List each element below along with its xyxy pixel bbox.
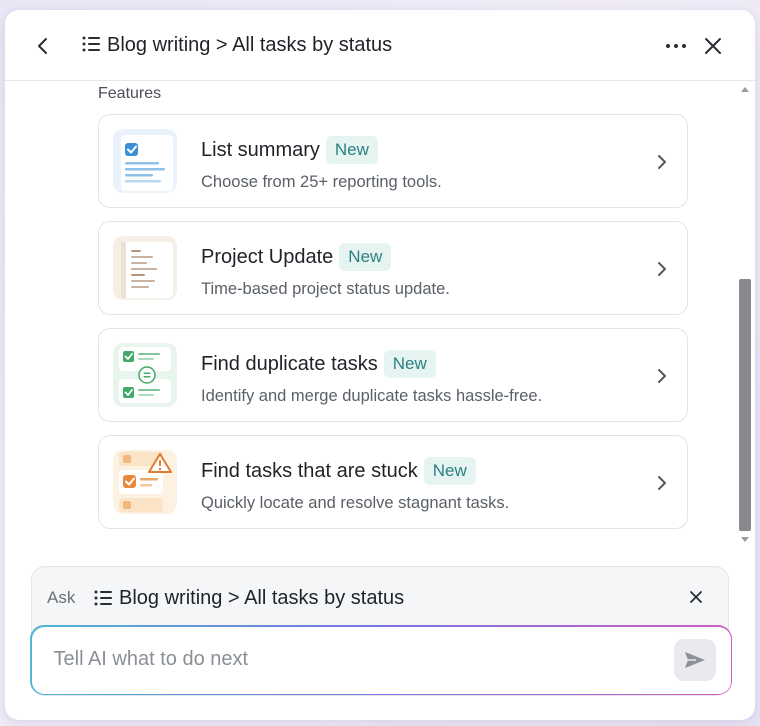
card-description: Quickly locate and resolve stagnant task… bbox=[201, 494, 510, 512]
card-title: Find tasks that are stuck New bbox=[201, 457, 476, 485]
card-description: Choose from 25+ reporting tools. bbox=[201, 173, 442, 191]
more-horizontal-icon bbox=[666, 44, 686, 48]
header-title: Blog writing > All tasks by status bbox=[107, 34, 393, 56]
close-icon bbox=[690, 591, 702, 603]
card-title: List summary New bbox=[201, 136, 378, 164]
card-title-text: List summary bbox=[201, 139, 320, 161]
chevron-right-icon bbox=[658, 262, 666, 276]
features-list: Features List summary New Choose from 25+… bbox=[5, 81, 755, 551]
prompt-input[interactable] bbox=[53, 644, 654, 675]
card-description: Time-based project status update. bbox=[201, 280, 450, 298]
prompt-input-container bbox=[30, 625, 732, 695]
new-badge: New bbox=[423, 457, 476, 485]
more-options-button[interactable] bbox=[661, 32, 691, 60]
feature-card-find-duplicate-tasks[interactable]: Find duplicate tasks New Identify and mer… bbox=[98, 328, 688, 422]
ask-box: Ask Blog writing > All tasks by status bbox=[30, 566, 732, 696]
card-title: Find duplicate tasks New bbox=[201, 350, 436, 378]
send-icon bbox=[684, 651, 705, 668]
list-icon bbox=[82, 36, 100, 52]
ai-assistant-panel: Blog writing > All tasks by status Featu… bbox=[5, 10, 755, 720]
card-title-text: Project Update bbox=[201, 246, 334, 268]
feature-card-find-stuck-tasks[interactable]: Find tasks that are stuck New Quickly loc… bbox=[98, 435, 688, 529]
close-icon bbox=[705, 38, 721, 54]
section-label: Features bbox=[98, 85, 162, 102]
ask-context-title: Blog writing > All tasks by status bbox=[119, 587, 405, 609]
stuck-tasks-icon bbox=[113, 450, 177, 514]
send-button[interactable] bbox=[673, 638, 716, 681]
chevron-left-icon bbox=[38, 38, 47, 54]
chevron-right-icon bbox=[658, 369, 666, 383]
ask-label: Ask bbox=[47, 588, 76, 607]
chevron-right-icon bbox=[658, 476, 666, 490]
panel-header: Blog writing > All tasks by status bbox=[5, 10, 755, 81]
list-icon bbox=[94, 590, 112, 606]
feature-card-list-summary[interactable]: List summary New Choose from 25+ reportin… bbox=[98, 114, 688, 208]
close-panel-button[interactable] bbox=[699, 32, 727, 60]
new-badge: New bbox=[339, 243, 392, 271]
new-badge: New bbox=[383, 350, 436, 378]
project-update-icon bbox=[113, 236, 177, 300]
back-button[interactable] bbox=[29, 32, 57, 60]
scrollbar-thumb[interactable] bbox=[739, 279, 751, 531]
list-summary-icon bbox=[113, 129, 177, 193]
card-description: Identify and merge duplicate tasks hassl… bbox=[201, 387, 543, 405]
new-badge: New bbox=[325, 136, 378, 164]
prompt-input-inner bbox=[31, 626, 731, 694]
scrollbar[interactable] bbox=[738, 81, 752, 551]
remove-context-button[interactable] bbox=[686, 587, 706, 607]
card-title-text: Find duplicate tasks bbox=[201, 353, 378, 375]
scroll-down-arrow[interactable] bbox=[741, 537, 749, 542]
scroll-up-arrow[interactable] bbox=[741, 87, 749, 92]
feature-card-project-update[interactable]: Project Update New Time-based project sta… bbox=[98, 221, 688, 315]
duplicate-tasks-icon bbox=[113, 343, 177, 407]
card-title: Project Update New bbox=[201, 243, 392, 271]
chevron-right-icon bbox=[658, 155, 666, 169]
card-title-text: Find tasks that are stuck bbox=[201, 460, 418, 482]
